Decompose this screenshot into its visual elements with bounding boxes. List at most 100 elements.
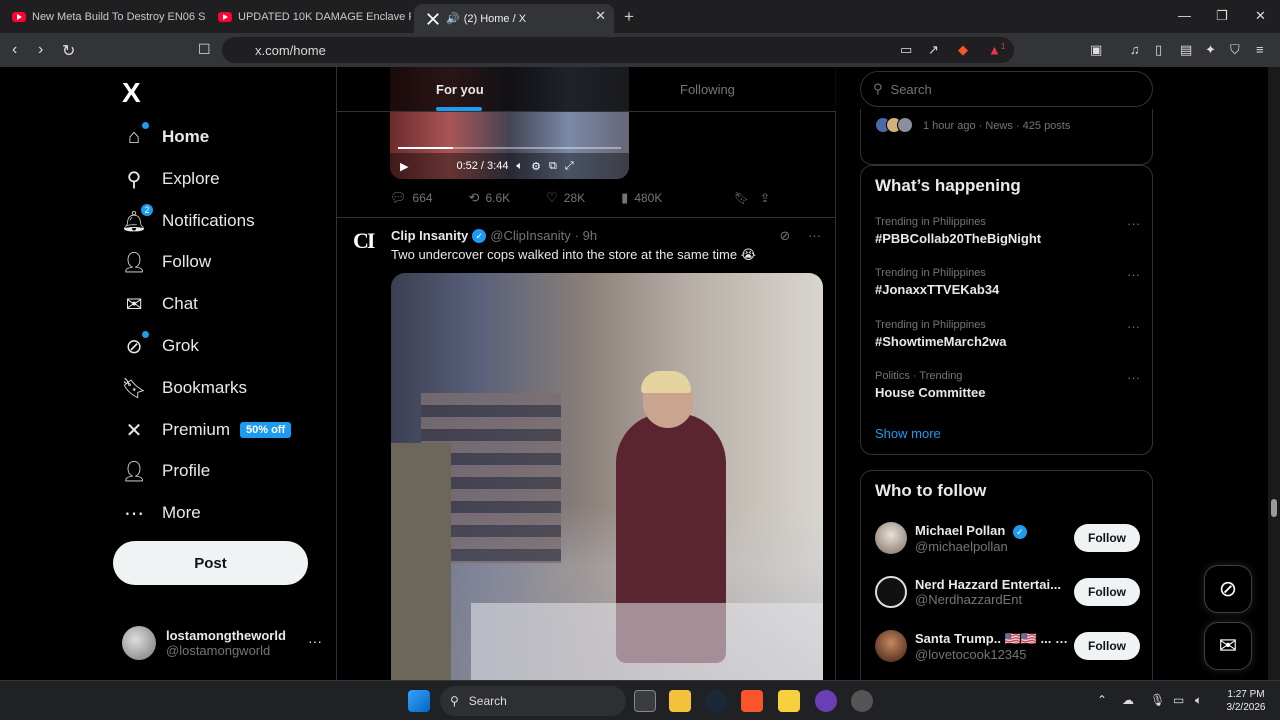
- nav-label: Chat: [162, 294, 198, 313]
- more-icon[interactable]: ···: [308, 633, 322, 649]
- forward-icon[interactable]: ›: [38, 41, 43, 59]
- onedrive-icon[interactable]: ☁: [1122, 693, 1134, 707]
- follow-suggestion[interactable]: Santa Trump.. 🇺🇸🇺🇸 ... ✓ @lovetocook1234…: [875, 624, 1140, 668]
- like-count: 28K: [563, 191, 586, 205]
- bookmark-page-icon[interactable]: ☐: [198, 41, 211, 58]
- nav-explore[interactable]: ⚲ Explore: [122, 159, 220, 199]
- repost-button[interactable]: ⟲ 6.6K: [469, 190, 511, 206]
- more-icon[interactable]: ···: [1127, 319, 1140, 334]
- nav-more[interactable]: ⋯ More: [122, 493, 201, 533]
- task-view-icon[interactable]: [634, 690, 656, 712]
- vpn-icon[interactable]: ⛉: [1230, 42, 1240, 58]
- minimize-icon[interactable]: —: [1178, 8, 1191, 23]
- volume-icon[interactable]: 🔈︎: [516, 160, 523, 173]
- share-icon[interactable]: ↗: [928, 42, 939, 58]
- more-icon[interactable]: ···: [1127, 370, 1140, 385]
- browser-tab-active[interactable]: 🔊 (2) Home / X ✕: [414, 4, 614, 33]
- messages-float-button[interactable]: ✉: [1204, 622, 1252, 670]
- tweet-author-name[interactable]: Clip Insanity: [391, 228, 468, 243]
- close-tab-icon[interactable]: ✕: [595, 8, 606, 24]
- reader-icon[interactable]: ▣: [1090, 42, 1102, 58]
- grok-icon[interactable]: ⊘: [779, 228, 790, 243]
- fullscreen-icon[interactable]: ⤢: [565, 160, 574, 173]
- nav-home[interactable]: ⌂ Home: [122, 117, 209, 157]
- page-scrollbar[interactable]: [1268, 67, 1280, 680]
- tweet-header: Clip Insanity ✓ @ClipInsanity · 9h: [391, 228, 597, 243]
- browser-tab[interactable]: New Meta Build To Destroy EN06 Shi: [0, 4, 205, 30]
- follow-button[interactable]: Follow: [1074, 578, 1140, 606]
- nav-profile[interactable]: 👤︎ Profile: [121, 451, 210, 491]
- share-icon[interactable]: ⇪: [760, 191, 770, 205]
- nav-bookmarks[interactable]: 🔖︎ Bookmarks: [121, 368, 247, 408]
- reload-icon[interactable]: ↻: [62, 41, 75, 61]
- taskbar-search[interactable]: ⚲ Search: [440, 686, 626, 716]
- file-explorer-icon[interactable]: [669, 690, 691, 712]
- tab-following[interactable]: Following: [680, 67, 735, 112]
- sidebar-toggle-icon[interactable]: ▯: [1155, 42, 1162, 58]
- brave-icon[interactable]: [741, 690, 763, 712]
- nav-follow[interactable]: 👤︎ Follow: [121, 242, 211, 282]
- media-icon[interactable]: ♫: [1130, 42, 1140, 57]
- browser-tab[interactable]: UPDATED 10K DAMAGE Enclave Plas: [206, 4, 411, 30]
- trend-item[interactable]: Trending in Philippines #PBBCollab20TheB…: [875, 216, 1140, 246]
- back-icon[interactable]: ‹: [12, 41, 17, 59]
- brave-shields-icon[interactable]: ◆: [958, 42, 968, 58]
- tab-for-you[interactable]: For you: [436, 67, 484, 112]
- more-icon[interactable]: ···: [1127, 267, 1140, 282]
- post-button[interactable]: Post: [113, 541, 308, 585]
- volume-icon[interactable]: 🔈︎: [1195, 693, 1202, 708]
- more-icon[interactable]: ···: [1127, 216, 1140, 231]
- steam-icon[interactable]: [705, 690, 727, 712]
- app-icon[interactable]: [851, 690, 873, 712]
- bookmark-icon[interactable]: 🔖︎: [734, 191, 749, 205]
- new-tab-icon[interactable]: +: [624, 7, 634, 27]
- search-input[interactable]: ⚲ Search: [860, 71, 1153, 107]
- x-logo[interactable]: X: [122, 77, 141, 109]
- account-switcher[interactable]: lostamongtheworld @lostamongworld ···: [122, 623, 336, 663]
- network-icon[interactable]: ▭: [1173, 693, 1184, 707]
- scrollbar-thumb[interactable]: [1271, 499, 1277, 517]
- brave-rewards-icon[interactable]: ▲1: [988, 42, 1005, 57]
- grok-float-button[interactable]: ⊘: [1204, 565, 1252, 613]
- settings-icon[interactable]: ⚙: [531, 160, 541, 173]
- trend-name: #PBBCollab20TheBigNight: [875, 231, 1042, 246]
- nav-grok[interactable]: ⊘ Grok: [122, 326, 199, 366]
- window-close-icon[interactable]: ✕: [1255, 8, 1266, 24]
- wallet-icon[interactable]: ▤: [1180, 42, 1192, 58]
- restore-icon[interactable]: ❐: [1216, 8, 1228, 24]
- like-button[interactable]: ♡ 28K: [546, 190, 585, 206]
- follow-button[interactable]: Follow: [1074, 632, 1140, 660]
- show-more-link[interactable]: Show more: [875, 426, 941, 441]
- follow-suggestion[interactable]: Nerd Hazzard Entertai... @NerdhazzardEnt…: [875, 570, 1140, 614]
- chevron-up-icon[interactable]: ⌃: [1097, 693, 1107, 707]
- tweet-video[interactable]: [391, 273, 823, 680]
- sticky-notes-icon[interactable]: [778, 690, 800, 712]
- taskbar-clock[interactable]: 1:27 PM 3/2/2026: [1216, 688, 1276, 714]
- reply-button[interactable]: 💬︎ 664: [390, 190, 433, 206]
- play-icon[interactable]: ▶: [400, 160, 408, 173]
- follow-suggestion[interactable]: Michael Pollan ✓ @michaelpollan Follow: [875, 516, 1140, 560]
- nav-chat[interactable]: ✉ Chat: [122, 284, 198, 324]
- leo-ai-icon[interactable]: ✦: [1205, 42, 1216, 58]
- pip-icon[interactable]: ⧉: [549, 160, 557, 173]
- trend-item[interactable]: Trending in Philippines #JonaxxTTVEKab34…: [875, 267, 1140, 297]
- avatar[interactable]: CI: [353, 228, 379, 254]
- url-field[interactable]: x.com/home: [222, 37, 1014, 63]
- tweet-time[interactable]: · 9h: [575, 228, 597, 243]
- bookmark-icon: 🔖︎: [121, 377, 147, 400]
- mic-icon[interactable]: 🎙︎: [1150, 693, 1165, 707]
- tweet-author-handle[interactable]: @ClipInsanity: [490, 228, 570, 243]
- video-progress[interactable]: [398, 147, 621, 149]
- trend-item[interactable]: Trending in Philippines #ShowtimeMarch2w…: [875, 319, 1140, 349]
- menu-icon[interactable]: ≡: [1256, 42, 1264, 57]
- news-item[interactable]: 1 hour ago · News · 425 posts: [860, 109, 1153, 165]
- nav-notifications[interactable]: 🔔︎ 2 Notifications: [121, 201, 255, 241]
- windows-start-icon[interactable]: [408, 690, 430, 712]
- cast-icon[interactable]: ▭: [900, 42, 912, 58]
- nav-premium[interactable]: ✕ Premium 50% off: [122, 410, 292, 450]
- follow-button[interactable]: Follow: [1074, 524, 1140, 552]
- discord-icon[interactable]: [815, 690, 837, 712]
- views-button[interactable]: ▮ 480K: [621, 190, 662, 206]
- trend-item[interactable]: Politics · Trending House Committee ···: [875, 370, 1140, 400]
- more-icon[interactable]: ···: [808, 228, 821, 243]
